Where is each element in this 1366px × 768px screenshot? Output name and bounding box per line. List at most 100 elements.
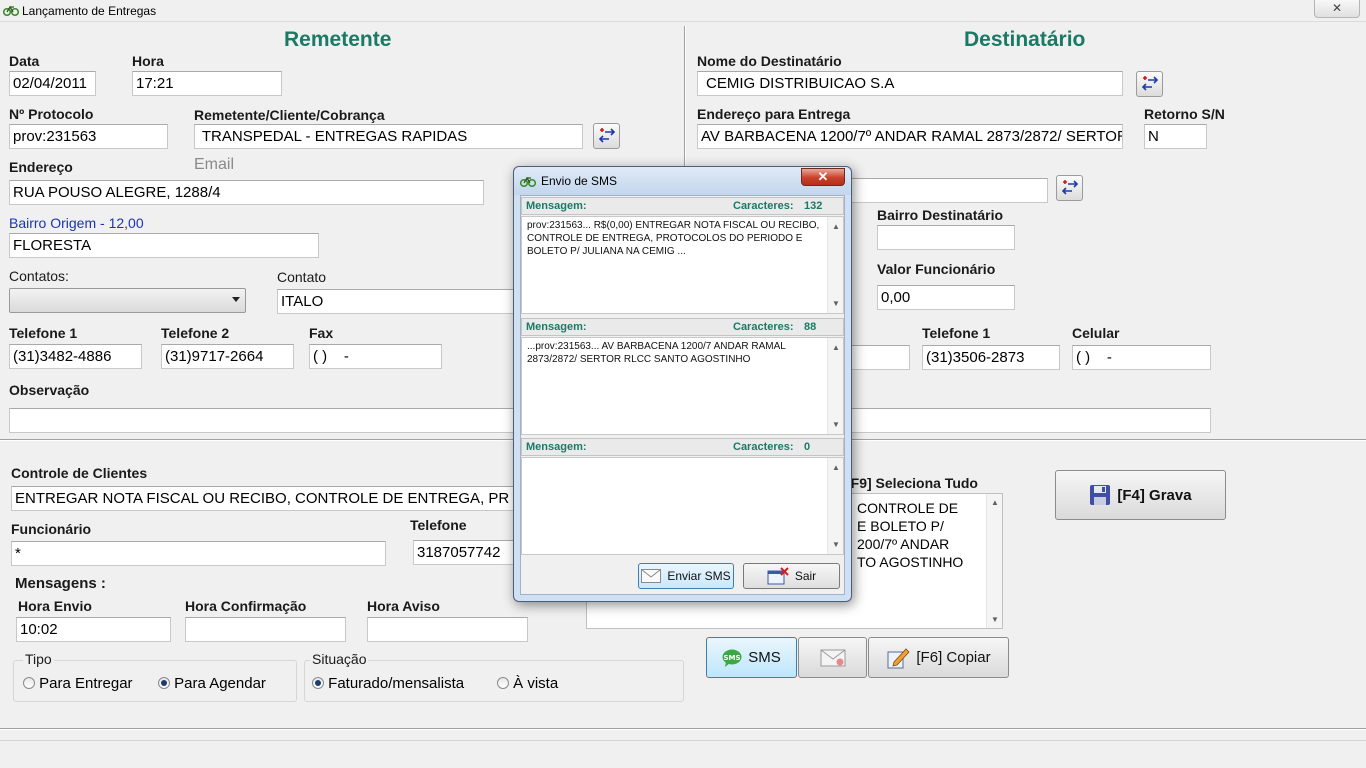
message-label: Mensagem: bbox=[526, 200, 587, 212]
message-textarea[interactable]: ▲ ▼ bbox=[521, 457, 844, 555]
app-bicycle-icon bbox=[2, 3, 20, 17]
situacao-label: Situação bbox=[310, 651, 369, 667]
controle-clientes-field[interactable]: ENTREGAR NOTA FISCAL OU RECIBO, CONTROLE… bbox=[11, 486, 516, 511]
chars-label: Caracteres: bbox=[733, 441, 794, 453]
celular-field[interactable]: ( ) - bbox=[1072, 345, 1211, 370]
endereco-field[interactable]: RUA POUSO ALEGRE, 1288/4 bbox=[9, 180, 484, 205]
hora-confirmacao-label: Hora Confirmação bbox=[185, 598, 307, 614]
message-header: Mensagem: Caracteres: 88 bbox=[521, 318, 844, 336]
hora-envio-field[interactable]: 10:02 bbox=[16, 617, 171, 642]
tipo-opt2-text: Para Agendar bbox=[174, 675, 266, 692]
sair-button[interactable]: Sair bbox=[743, 563, 840, 589]
status-bar bbox=[0, 740, 1366, 768]
data-field[interactable]: 02/04/2011 bbox=[9, 71, 96, 96]
cliente-field[interactable]: TRANSPEDAL - ENTREGAS RAPIDAS bbox=[194, 124, 583, 149]
sms-button[interactable]: SMS SMS bbox=[706, 637, 797, 678]
floppy-disk-icon bbox=[1090, 485, 1111, 505]
message-textarea[interactable]: ...prov:231563... AV BARBACENA 1200/7 AN… bbox=[521, 337, 844, 435]
tipo-label: Tipo bbox=[23, 651, 54, 667]
lookup-arrows-icon bbox=[598, 128, 615, 143]
dest-telefone1-field[interactable]: (31)3506-2873 bbox=[922, 345, 1060, 370]
bairro-origem-label: Bairro Origem - 12,00 bbox=[9, 215, 144, 231]
email-button[interactable] bbox=[798, 637, 867, 678]
message-header: Mensagem: Caracteres: 0 bbox=[521, 438, 844, 456]
telefone2-field[interactable]: (31)9717-2664 bbox=[161, 344, 294, 369]
message-text: ...prov:231563... AV BARBACENA 1200/7 AN… bbox=[527, 341, 786, 365]
lookup-arrows-icon bbox=[1061, 180, 1078, 195]
seleciona-tudo-label: [F9] Seleciona Tudo bbox=[846, 475, 978, 491]
chars-count: 88 bbox=[804, 321, 817, 333]
message-label: Mensagem: bbox=[526, 441, 587, 453]
message-textarea[interactable]: prov:231563... R$(0,00) ENTREGAR NOTA FI… bbox=[521, 216, 844, 314]
chars-label: Caracteres: bbox=[733, 200, 794, 212]
sms-label: SMS bbox=[748, 649, 781, 666]
copiar-button[interactable]: [F6] Copiar bbox=[868, 637, 1009, 678]
message-scrollbar[interactable]: ▲ ▼ bbox=[827, 338, 843, 434]
message-text: prov:231563... R$(0,00) ENTREGAR NOTA FI… bbox=[527, 220, 820, 257]
contato-label: Contato bbox=[277, 269, 327, 285]
telefone2-label: Telefone 2 bbox=[161, 325, 230, 341]
telefone-field[interactable]: 3187057742 bbox=[413, 540, 518, 565]
scroll-down-icon: ▼ bbox=[832, 420, 840, 429]
contato-field[interactable]: ITALO bbox=[277, 289, 517, 314]
destinatario-extra-field[interactable] bbox=[846, 345, 910, 370]
lookup-arrows-icon bbox=[1141, 76, 1158, 91]
retorno-label: Retorno S/N bbox=[1144, 106, 1225, 122]
sms-dialog-title-bar[interactable]: Envio de SMS ✕ bbox=[514, 167, 851, 195]
tipo-para-agendar-radio[interactable]: Para Agendar bbox=[158, 675, 266, 692]
hora-field[interactable]: 17:21 bbox=[132, 71, 282, 96]
obs-line: TO AGOSTINHO bbox=[857, 554, 964, 570]
destinatario-lookup-button[interactable] bbox=[1136, 71, 1163, 97]
nome-destinatario-field[interactable]: CEMIG DISTRIBUICAO S.A bbox=[697, 71, 1123, 96]
window-close-button[interactable]: ✕ bbox=[1314, 0, 1360, 18]
message-scrollbar[interactable]: ▲ ▼ bbox=[827, 458, 843, 554]
message-header: Mensagem: Caracteres: 132 bbox=[521, 197, 844, 215]
bairro-dest-lookup-button[interactable] bbox=[1056, 175, 1083, 201]
telefone1-field[interactable]: (31)3482-4886 bbox=[9, 344, 142, 369]
scroll-down-icon: ▼ bbox=[991, 615, 999, 624]
bairro-destinatario-field[interactable] bbox=[877, 225, 1015, 250]
observacao-scrollbar[interactable]: ▲ ▼ bbox=[986, 494, 1002, 628]
fax-label: Fax bbox=[309, 325, 334, 341]
chevron-down-icon bbox=[232, 297, 240, 302]
bairro-origem-field[interactable]: FLORESTA bbox=[9, 233, 319, 258]
scroll-up-icon: ▲ bbox=[832, 463, 840, 472]
scroll-up-icon: ▲ bbox=[991, 498, 999, 507]
protocolo-field[interactable]: prov:231563 bbox=[9, 124, 168, 149]
enviar-sms-button[interactable]: Enviar SMS bbox=[638, 563, 734, 589]
svg-text:SMS: SMS bbox=[724, 654, 741, 662]
bottom-divider bbox=[0, 728, 1366, 730]
cliente-lookup-button[interactable] bbox=[593, 123, 620, 149]
hora-label: Hora bbox=[132, 53, 164, 69]
grava-button[interactable]: [F4] Grava bbox=[1055, 470, 1226, 520]
data-label: Data bbox=[9, 53, 40, 69]
celular-label: Celular bbox=[1072, 325, 1120, 341]
chars-label: Caracteres: bbox=[733, 321, 794, 333]
situacao-faturado-radio[interactable]: Faturado/mensalista bbox=[312, 675, 464, 692]
enviar-sms-label: Enviar SMS bbox=[667, 569, 731, 583]
observacao-field[interactable] bbox=[9, 408, 519, 433]
remetente-heading: Remetente bbox=[284, 28, 392, 51]
endereco-label: Endereço bbox=[9, 159, 73, 175]
sms-dialog-close-button[interactable]: ✕ bbox=[801, 168, 845, 186]
funcionario-field[interactable]: * bbox=[11, 541, 386, 566]
sit-opt2-text: À vista bbox=[513, 675, 559, 692]
tipo-para-entregar-radio[interactable]: Para Entregar bbox=[23, 675, 133, 692]
retorno-field[interactable]: N bbox=[1144, 124, 1207, 149]
dest-observacao-field[interactable] bbox=[846, 408, 1211, 433]
scroll-down-icon: ▼ bbox=[832, 540, 840, 549]
telefone1-label: Telefone 1 bbox=[9, 325, 78, 341]
controle-clientes-label: Controle de Clientes bbox=[11, 465, 148, 481]
endereco-entrega-field[interactable]: AV BARBACENA 1200/7º ANDAR RAMAL 2873/28… bbox=[697, 124, 1123, 149]
bairro-dest-lookup-field[interactable] bbox=[846, 178, 1048, 203]
grava-label: [F4] Grava bbox=[1117, 486, 1192, 504]
situacao-a-vista-radio[interactable]: À vista bbox=[497, 675, 558, 692]
message-scrollbar[interactable]: ▲ ▼ bbox=[827, 217, 843, 313]
observacao-text: CONTROLE DE E BOLETO P/ 200/7º ANDAR TO … bbox=[857, 499, 963, 571]
fax-field[interactable]: ( ) - bbox=[309, 344, 442, 369]
contatos-dropdown[interactable] bbox=[9, 288, 246, 313]
hora-aviso-field[interactable] bbox=[367, 617, 528, 642]
bairro-destinatario-label: Bairro Destinatário bbox=[877, 207, 1004, 223]
hora-confirmacao-field[interactable] bbox=[185, 617, 346, 642]
valor-funcionario-field[interactable]: 0,00 bbox=[877, 285, 1015, 310]
